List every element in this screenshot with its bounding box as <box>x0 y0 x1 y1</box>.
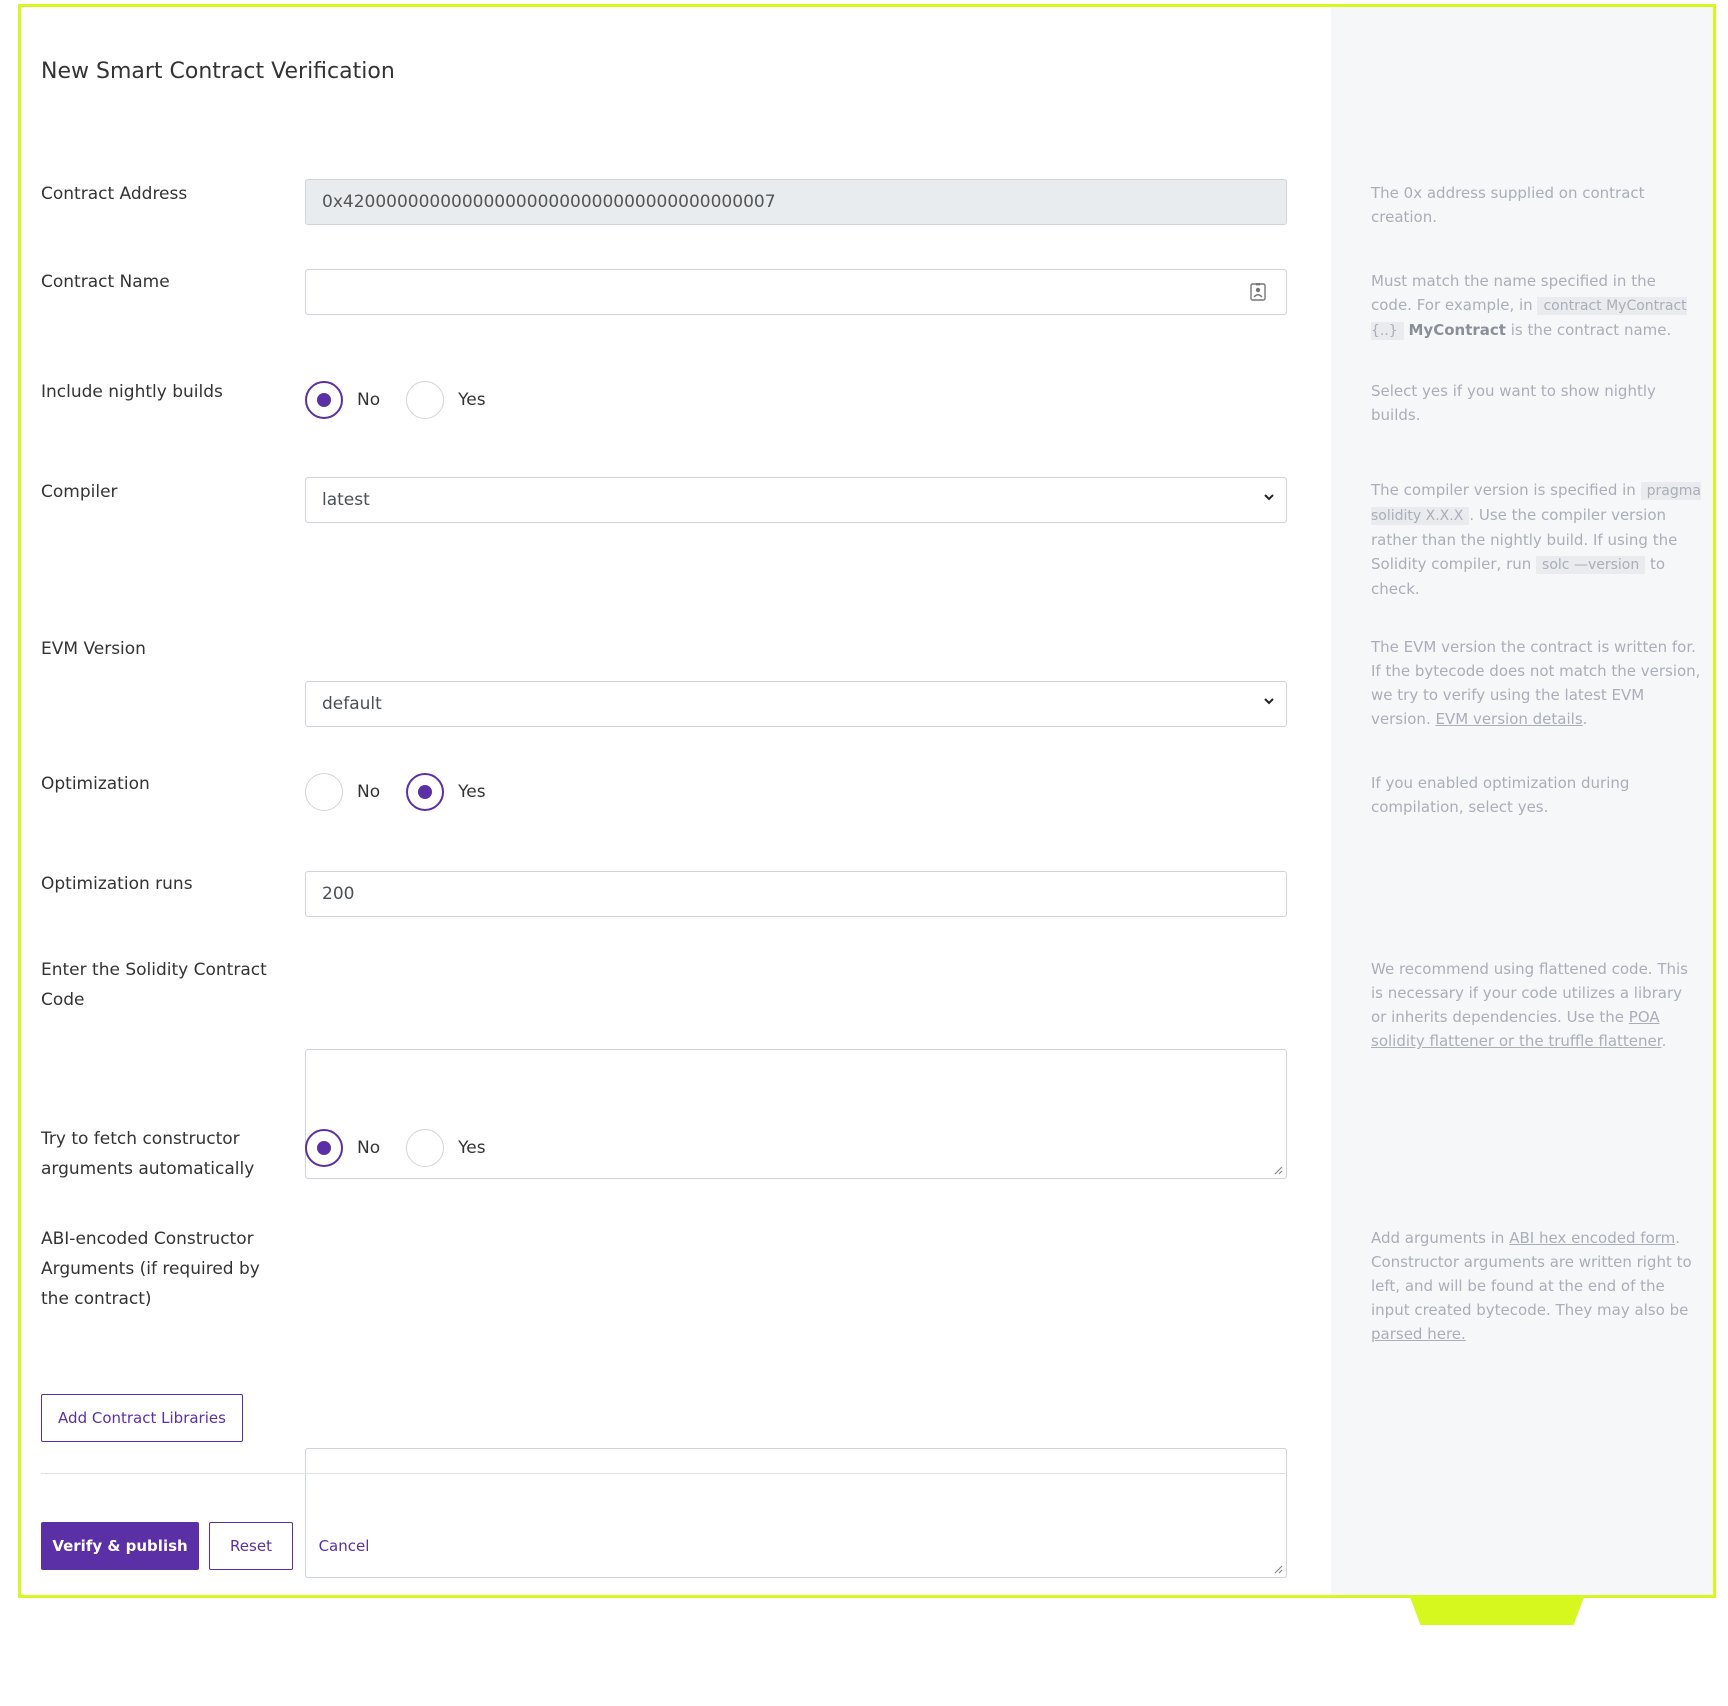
nightly-no-label: No <box>357 390 381 410</box>
radio-dot <box>418 785 433 799</box>
nightly-builds-radio-group: No Yes <box>305 378 1287 422</box>
constructor-args-label: ABI-encoded Constructor Arguments (if re… <box>41 1229 260 1309</box>
optimization-label: Optimization <box>41 774 150 794</box>
fetch-no-radio[interactable] <box>305 1129 343 1167</box>
optimization-runs-input[interactable]: 200 <box>305 871 1287 917</box>
evm-version-details-link[interactable]: EVM version details <box>1436 710 1583 728</box>
compiler-label: Compiler <box>41 482 118 502</box>
abi-hex-link[interactable]: ABI hex encoded form <box>1509 1229 1675 1247</box>
contract-name-input[interactable] <box>305 269 1287 315</box>
evm-version-label: EVM Version <box>41 639 146 659</box>
contact-card-icon[interactable] <box>1250 283 1266 301</box>
cancel-button[interactable]: Cancel <box>303 1522 385 1570</box>
contract-address-label: Contract Address <box>41 184 188 204</box>
compiler-help: The compiler version is specified in pra… <box>1371 481 1701 598</box>
nightly-builds-label: Include nightly builds <box>41 382 223 402</box>
chevron-down-icon <box>1264 698 1274 705</box>
reset-button[interactable]: Reset <box>209 1522 293 1570</box>
contract-address-input[interactable]: 0x42000000000000000000000000000000000000… <box>305 179 1287 225</box>
parsed-here-link[interactable]: parsed here. <box>1371 1325 1466 1343</box>
optimization-no-label: No <box>357 782 381 802</box>
contract-address-help: The 0x address supplied on contract crea… <box>1371 184 1645 226</box>
verify-publish-button[interactable]: Verify & publish <box>41 1522 199 1570</box>
resize-grip-icon[interactable] <box>1272 1563 1283 1574</box>
help-code-snippet: solc —version <box>1536 556 1646 574</box>
fetch-constructor-radio-group: No Yes <box>305 1126 1287 1170</box>
add-contract-libraries-button[interactable]: Add Contract Libraries <box>41 1394 243 1442</box>
compiler-selected-value: latest <box>322 490 370 510</box>
nightly-yes-radio[interactable] <box>406 381 445 419</box>
radio-dot <box>317 1141 331 1155</box>
radio-dot <box>317 393 331 407</box>
chevron-down-icon <box>1264 494 1274 501</box>
evm-version-help: The EVM version the contract is written … <box>1371 638 1701 728</box>
constructor-args-help: Add arguments in ABI hex encoded form. C… <box>1371 1229 1692 1343</box>
constructor-args-textarea[interactable] <box>305 1448 1287 1578</box>
compiler-select[interactable]: latest <box>305 477 1287 523</box>
optimization-yes-radio[interactable] <box>406 773 445 811</box>
nightly-no-radio[interactable] <box>305 381 343 419</box>
contract-name-help: Must match the name specified in the cod… <box>1371 272 1687 340</box>
contract-code-help: We recommend using flattened code. This … <box>1371 960 1688 1050</box>
optimization-runs-label: Optimization runs <box>41 874 193 894</box>
nightly-yes-label: Yes <box>458 390 486 410</box>
frame-tab-notch <box>1410 1597 1584 1625</box>
contract-name-label: Contract Name <box>41 272 170 292</box>
divider <box>41 1473 1287 1474</box>
verification-card: New Smart Contract Verification Contract… <box>18 4 1716 1598</box>
contract-code-label: Enter the Solidity Contract Code <box>41 960 267 1010</box>
fetch-yes-radio[interactable] <box>406 1129 445 1167</box>
evm-version-select[interactable]: default <box>305 681 1287 727</box>
fetch-no-label: No <box>357 1138 381 1158</box>
page-title: New Smart Contract Verification <box>41 59 395 84</box>
optimization-help: If you enabled optimization during compi… <box>1371 774 1630 816</box>
optimization-radio-group: No Yes <box>305 770 1287 814</box>
fetch-yes-label: Yes <box>458 1138 486 1158</box>
evm-version-selected-value: default <box>322 694 382 714</box>
optimization-no-radio[interactable] <box>305 773 343 811</box>
optimization-yes-label: Yes <box>458 782 486 802</box>
fetch-constructor-label: Try to fetch constructor arguments autom… <box>41 1129 255 1179</box>
nightly-builds-help: Select yes if you want to show nightly b… <box>1371 382 1656 424</box>
